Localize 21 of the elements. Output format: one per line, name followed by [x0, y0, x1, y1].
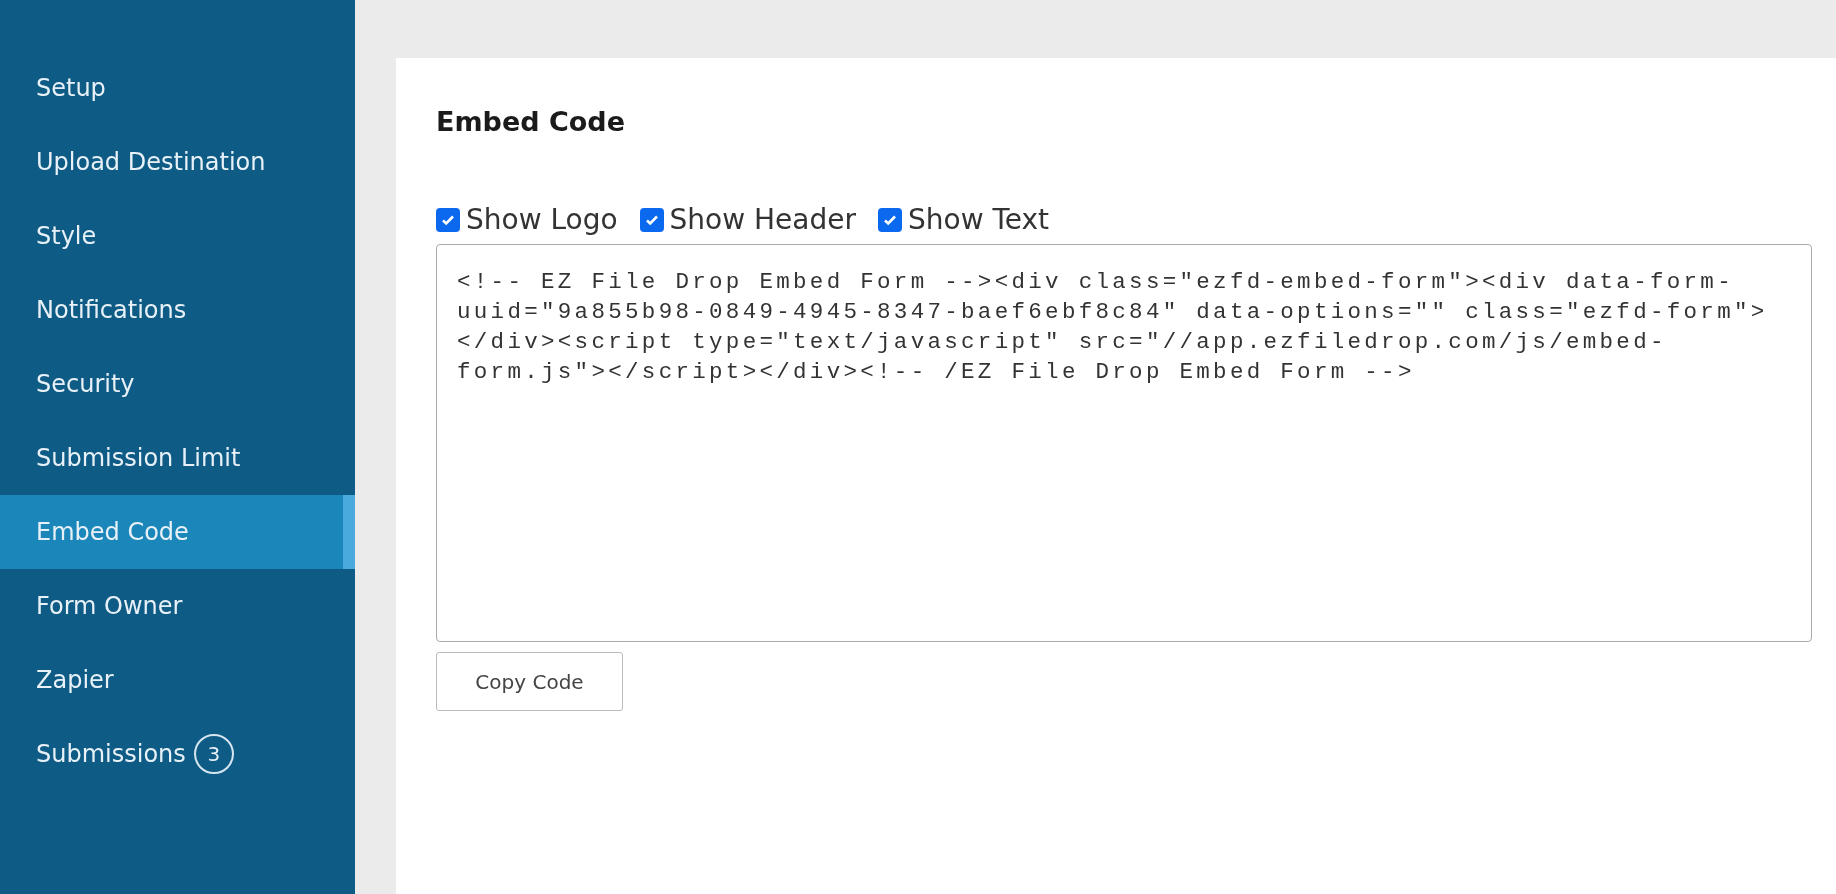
- checkbox-label: Show Header: [669, 203, 856, 236]
- sidebar-item[interactable]: Submission Limit: [0, 421, 355, 495]
- checkbox[interactable]: [878, 207, 902, 232]
- sidebar-item[interactable]: Form Owner: [0, 569, 355, 643]
- sidebar-item[interactable]: Submissions 3: [0, 717, 355, 791]
- sidebar-item[interactable]: Zapier: [0, 643, 355, 717]
- sidebar-item[interactable]: Notifications: [0, 273, 355, 347]
- sidebar-item[interactable]: Setup: [0, 51, 355, 125]
- section-title: Embed Code: [436, 106, 626, 137]
- checkbox-label: Show Logo: [466, 203, 618, 236]
- sidebar-item-label: Submissions: [36, 740, 186, 768]
- sidebar-item[interactable]: Style: [0, 199, 355, 273]
- sidebar-item[interactable]: Embed Code: [0, 495, 355, 569]
- copy-code-button[interactable]: Copy Code: [436, 652, 623, 711]
- sidebar-item[interactable]: Security: [0, 347, 355, 421]
- checkbox[interactable]: [639, 207, 664, 232]
- checkbox[interactable]: [436, 207, 460, 232]
- count-badge: 3: [193, 734, 234, 774]
- checkbox-label: Show Text: [908, 203, 1050, 236]
- sidebar-item[interactable]: Upload Destination: [0, 125, 355, 199]
- code-field[interactable]: <!-- EZ File Drop Embed Form --><div class="ezfd-embed-form"><div data-form- uuid="9a855b98-0849-4945-8347-baef6ebf8c84" data-options="" class="ezfd-form"> </div><script type="text/javascript" src="//app.ezfiledrop.com/js/embed- form.js"></script></div><!-- /EZ File Drop Embed Form -->: [436, 244, 1812, 642]
